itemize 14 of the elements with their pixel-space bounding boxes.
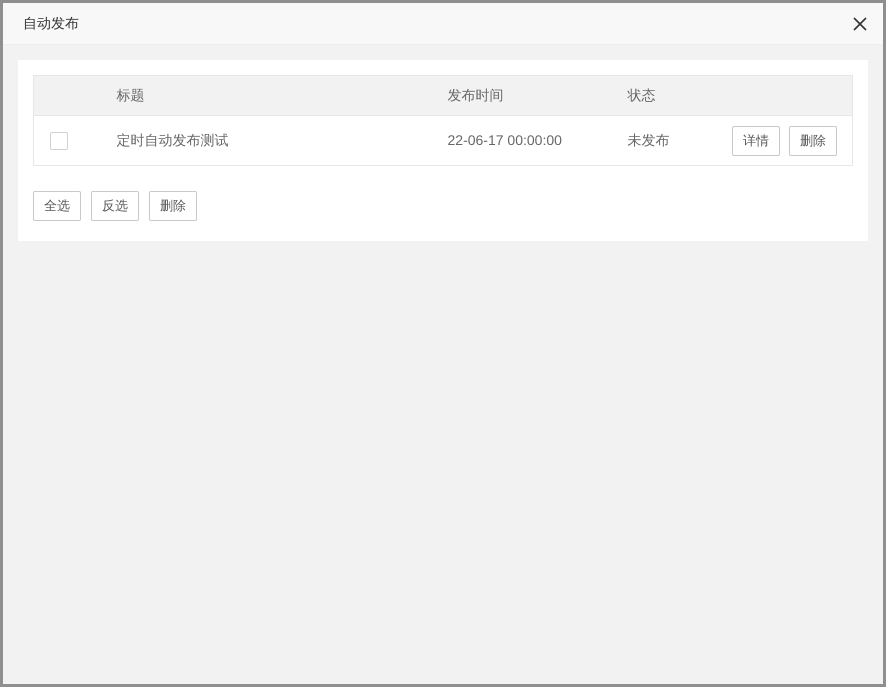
table-cell: 未发布 bbox=[628, 132, 670, 148]
column-header: 标题 bbox=[116, 87, 144, 103]
dialog-title: 自动发布 bbox=[23, 14, 79, 33]
bulk-action-button[interactable]: 反选 bbox=[91, 191, 139, 221]
bulk-action-button[interactable]: 全选 bbox=[33, 191, 81, 221]
bulk-action-button[interactable]: 删除 bbox=[149, 191, 197, 221]
column-header: 发布时间 bbox=[448, 87, 504, 103]
row-action-button[interactable]: 删除 bbox=[789, 126, 837, 156]
row-checkbox[interactable] bbox=[50, 132, 68, 150]
table-cell: 定时自动发布测试 bbox=[116, 132, 228, 148]
row-action-button[interactable]: 详情 bbox=[732, 126, 780, 156]
column-header: 状态 bbox=[628, 87, 656, 103]
close-icon[interactable] bbox=[853, 16, 867, 30]
table-cell: 22-06-17 00:00:00 bbox=[448, 132, 562, 148]
